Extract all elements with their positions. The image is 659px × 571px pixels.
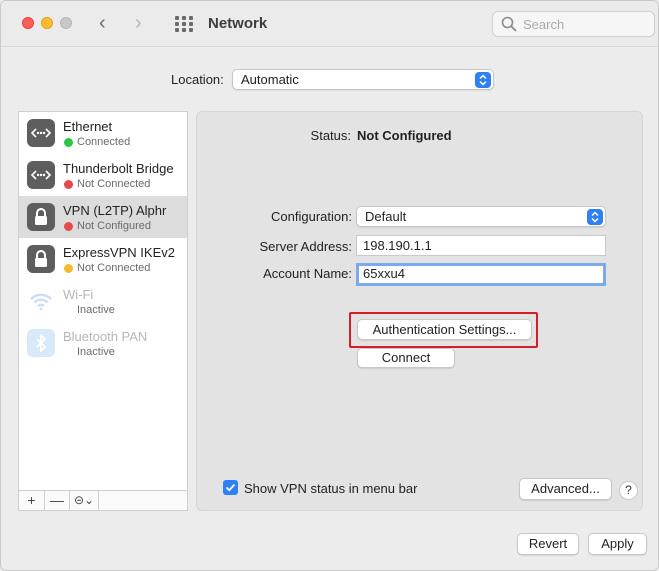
service-name: Ethernet <box>63 119 113 134</box>
service-name: ExpressVPN IKEv2 <box>63 245 175 260</box>
search-field[interactable]: Search <box>492 11 655 37</box>
service-name: Bluetooth PAN <box>63 329 148 344</box>
service-action-menu-button[interactable]: ⊝⌄ <box>70 491 99 510</box>
back-button[interactable]: ‹ <box>99 12 106 34</box>
forward-button[interactable]: › <box>135 12 142 34</box>
authentication-settings-button[interactable]: Authentication Settings... <box>357 319 532 340</box>
configuration-popup[interactable]: Default <box>356 206 606 227</box>
popup-stepper-icon <box>587 209 603 225</box>
service-name: Thunderbolt Bridge <box>63 161 174 176</box>
ethernet-icon <box>27 161 55 189</box>
server-address-field[interactable]: 198.190.1.1 <box>356 235 606 256</box>
location-label: Location: <box>171 72 224 87</box>
status-dot <box>64 222 73 231</box>
revert-button[interactable]: Revert <box>517 533 579 555</box>
service-item-expressvpn-ikev2[interactable]: ExpressVPN IKEv2 Not Connected <box>19 238 187 280</box>
service-item-bluetooth-pan[interactable]: Bluetooth PAN Inactive <box>19 322 187 364</box>
title-bar: ‹ › Network Search <box>1 1 658 47</box>
ethernet-icon <box>27 119 55 147</box>
configuration-label: Configuration: <box>271 209 352 224</box>
window-title: Network <box>208 15 268 32</box>
close-window-button[interactable] <box>22 17 34 29</box>
service-item-vpn-l2tp-alphr[interactable]: VPN (L2TP) Alphr Not Configured <box>19 196 187 238</box>
minimize-window-button[interactable] <box>41 17 53 29</box>
apply-button[interactable]: Apply <box>588 533 647 555</box>
service-status: Not Connected <box>77 262 151 274</box>
service-item-thunderbolt-bridge[interactable]: Thunderbolt Bridge Not Connected <box>19 154 187 196</box>
popup-stepper-icon <box>475 72 491 88</box>
vpn-detail-panel: Status: Not Configured Configuration: De… <box>196 111 643 511</box>
service-status: Inactive <box>77 346 115 358</box>
service-status: Not Configured <box>77 220 151 232</box>
configuration-value: Default <box>365 209 407 224</box>
lock-icon <box>27 245 55 273</box>
show-vpn-status-checkbox[interactable] <box>223 480 238 495</box>
zoom-window-button[interactable] <box>60 17 72 29</box>
help-button[interactable]: ? <box>619 481 638 500</box>
location-popup[interactable]: Automatic <box>232 69 494 90</box>
status-dot <box>64 180 73 189</box>
bluetooth-icon <box>27 329 55 357</box>
search-placeholder: Search <box>523 17 565 32</box>
network-preferences-window: ‹ › Network Search Location: Automatic E… <box>0 0 659 571</box>
status-dot <box>64 264 73 273</box>
service-status: Inactive <box>77 304 115 316</box>
status-value: Not Configured <box>357 128 452 143</box>
service-name: VPN (L2TP) Alphr <box>63 203 167 218</box>
service-name: Wi-Fi <box>63 287 94 302</box>
account-name-field[interactable]: 65xxu4 <box>356 263 606 286</box>
add-service-button[interactable]: + <box>19 491 45 510</box>
service-list-toolbar: + — ⊝⌄ <box>19 490 187 510</box>
service-status: Connected <box>77 136 131 148</box>
service-item-ethernet[interactable]: Ethernet Connected <box>19 112 187 154</box>
remove-service-button[interactable]: — <box>45 491 70 510</box>
connect-button[interactable]: Connect <box>357 348 455 368</box>
show-vpn-status-label: Show VPN status in menu bar <box>244 481 418 496</box>
service-item-wi-fi[interactable]: Wi-Fi Inactive <box>19 280 187 322</box>
service-list: Ethernet Connected Thunderbolt Bridge No… <box>18 111 188 511</box>
search-icon <box>501 16 517 32</box>
show-all-grid-icon[interactable] <box>175 16 193 32</box>
server-address-label: Server Address: <box>259 239 353 254</box>
wifi-icon <box>27 287 55 315</box>
status-dot <box>64 138 73 147</box>
service-status: Not Connected <box>77 178 151 190</box>
status-label: Status: <box>310 128 351 143</box>
lock-icon <box>27 203 55 231</box>
advanced-button[interactable]: Advanced... <box>519 478 612 500</box>
location-value: Automatic <box>241 72 299 87</box>
account-name-label: Account Name: <box>263 266 352 281</box>
